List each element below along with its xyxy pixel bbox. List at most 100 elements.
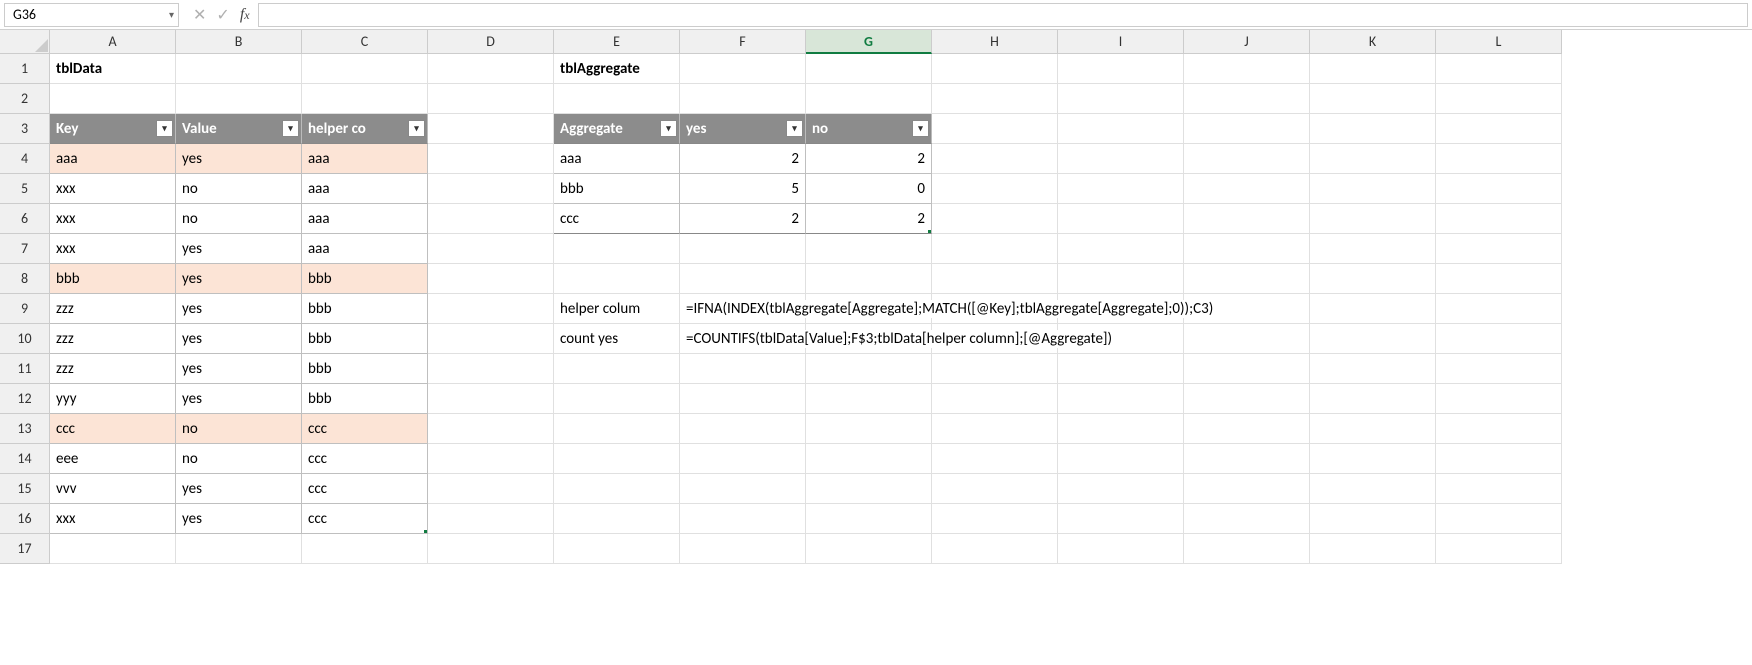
enter-icon[interactable]: ✓ — [216, 5, 229, 25]
cell-I5[interactable] — [1058, 174, 1184, 204]
cell-H2[interactable] — [932, 84, 1058, 114]
cell-F10[interactable]: =COUNTIFS(tblData[Value];F$3;tblData[hel… — [680, 324, 806, 354]
cell-D6[interactable] — [428, 204, 554, 234]
cell-G17[interactable] — [806, 534, 932, 564]
cell-J2[interactable] — [1184, 84, 1310, 114]
cell-D4[interactable] — [428, 144, 554, 174]
cell-E11[interactable] — [554, 354, 680, 384]
cell-H15[interactable] — [932, 474, 1058, 504]
cell-L10[interactable] — [1436, 324, 1562, 354]
row-header-14[interactable]: 14 — [0, 444, 50, 474]
cell-D14[interactable] — [428, 444, 554, 474]
filter-dropdown-icon[interactable]: ▾ — [282, 120, 299, 137]
cell-G7[interactable] — [806, 234, 932, 264]
cell-D1[interactable] — [428, 54, 554, 84]
cell-H3[interactable] — [932, 114, 1058, 144]
cell-H7[interactable] — [932, 234, 1058, 264]
cell-A12[interactable]: yyy — [50, 384, 176, 414]
column-header-A[interactable]: A — [50, 30, 176, 54]
cell-B7[interactable]: yes — [176, 234, 302, 264]
cell-I15[interactable] — [1058, 474, 1184, 504]
cell-F3[interactable]: yes▾ — [680, 114, 806, 144]
cell-C13[interactable]: ccc — [302, 414, 428, 444]
cell-J1[interactable] — [1184, 54, 1310, 84]
cell-H12[interactable] — [932, 384, 1058, 414]
cell-F5[interactable]: 5 — [680, 174, 806, 204]
cell-H8[interactable] — [932, 264, 1058, 294]
cell-B5[interactable]: no — [176, 174, 302, 204]
cell-A4[interactable]: aaa — [50, 144, 176, 174]
row-header-3[interactable]: 3 — [0, 114, 50, 144]
cell-D9[interactable] — [428, 294, 554, 324]
column-header-C[interactable]: C — [302, 30, 428, 54]
cell-A8[interactable]: bbb — [50, 264, 176, 294]
cell-E2[interactable] — [554, 84, 680, 114]
cell-I3[interactable] — [1058, 114, 1184, 144]
cell-D7[interactable] — [428, 234, 554, 264]
cell-K16[interactable] — [1310, 504, 1436, 534]
cell-K11[interactable] — [1310, 354, 1436, 384]
cell-F12[interactable] — [680, 384, 806, 414]
cell-J12[interactable] — [1184, 384, 1310, 414]
cell-C2[interactable] — [302, 84, 428, 114]
cell-K17[interactable] — [1310, 534, 1436, 564]
cell-K7[interactable] — [1310, 234, 1436, 264]
formula-input[interactable] — [258, 3, 1748, 27]
cell-E14[interactable] — [554, 444, 680, 474]
cell-J6[interactable] — [1184, 204, 1310, 234]
cell-B3[interactable]: Value▾ — [176, 114, 302, 144]
column-header-L[interactable]: L — [1436, 30, 1562, 54]
row-header-1[interactable]: 1 — [0, 54, 50, 84]
cell-I1[interactable] — [1058, 54, 1184, 84]
cell-F4[interactable]: 2 — [680, 144, 806, 174]
cell-K12[interactable] — [1310, 384, 1436, 414]
cancel-icon[interactable]: ✕ — [193, 5, 206, 25]
cell-G11[interactable] — [806, 354, 932, 384]
cell-I11[interactable] — [1058, 354, 1184, 384]
row-header-10[interactable]: 10 — [0, 324, 50, 354]
cell-L8[interactable] — [1436, 264, 1562, 294]
row-header-8[interactable]: 8 — [0, 264, 50, 294]
cell-B9[interactable]: yes — [176, 294, 302, 324]
cell-A7[interactable]: xxx — [50, 234, 176, 264]
cell-C16[interactable]: ccc — [302, 504, 428, 534]
column-header-B[interactable]: B — [176, 30, 302, 54]
cell-D15[interactable] — [428, 474, 554, 504]
row-header-16[interactable]: 16 — [0, 504, 50, 534]
cell-K4[interactable] — [1310, 144, 1436, 174]
cell-K10[interactable] — [1310, 324, 1436, 354]
cell-H16[interactable] — [932, 504, 1058, 534]
cell-G5[interactable]: 0 — [806, 174, 932, 204]
cell-L11[interactable] — [1436, 354, 1562, 384]
cell-D2[interactable] — [428, 84, 554, 114]
cell-E13[interactable] — [554, 414, 680, 444]
column-header-I[interactable]: I — [1058, 30, 1184, 54]
cell-E17[interactable] — [554, 534, 680, 564]
cell-C10[interactable]: bbb — [302, 324, 428, 354]
cell-J3[interactable] — [1184, 114, 1310, 144]
cell-F8[interactable] — [680, 264, 806, 294]
cell-F6[interactable]: 2 — [680, 204, 806, 234]
filter-dropdown-icon[interactable]: ▾ — [660, 120, 677, 137]
cell-B1[interactable] — [176, 54, 302, 84]
cell-J5[interactable] — [1184, 174, 1310, 204]
cell-G13[interactable] — [806, 414, 932, 444]
cell-B10[interactable]: yes — [176, 324, 302, 354]
cell-J15[interactable] — [1184, 474, 1310, 504]
cell-I12[interactable] — [1058, 384, 1184, 414]
cell-B13[interactable]: no — [176, 414, 302, 444]
column-header-H[interactable]: H — [932, 30, 1058, 54]
cell-C8[interactable]: bbb — [302, 264, 428, 294]
cell-I2[interactable] — [1058, 84, 1184, 114]
cell-B12[interactable]: yes — [176, 384, 302, 414]
cell-I6[interactable] — [1058, 204, 1184, 234]
cell-B14[interactable]: no — [176, 444, 302, 474]
cell-K15[interactable] — [1310, 474, 1436, 504]
cell-L4[interactable] — [1436, 144, 1562, 174]
cell-G2[interactable] — [806, 84, 932, 114]
cell-F11[interactable] — [680, 354, 806, 384]
cell-J17[interactable] — [1184, 534, 1310, 564]
cell-F15[interactable] — [680, 474, 806, 504]
chevron-down-icon[interactable]: ▾ — [169, 8, 174, 21]
cell-D16[interactable] — [428, 504, 554, 534]
